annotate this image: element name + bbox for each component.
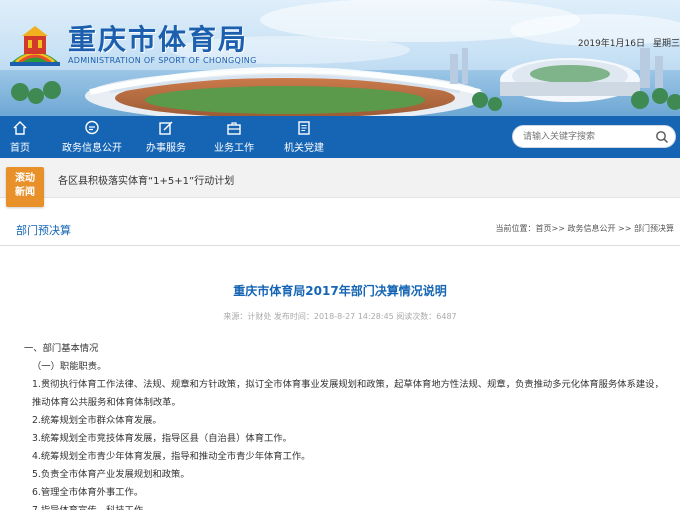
nav-label: 政务信息公开: [62, 143, 122, 154]
article-paragraph: 7.指导体育宣传、科技工作。: [8, 502, 664, 510]
article-paragraph: 6.管理全市体育外事工作。: [32, 487, 144, 498]
main-nav: 首页 政务信息公开 办事服务 业务工作 机关党建: [0, 116, 680, 158]
chat-icon: [85, 120, 99, 135]
nav-label: 首页: [10, 143, 30, 154]
nav-label: 机关党建: [284, 143, 324, 154]
home-icon: [13, 121, 27, 135]
date-display: 2019年1月16日 星期三: [570, 36, 680, 49]
ticker-headline-link[interactable]: 各区县积极落实体育“1+5+1”行动计划: [58, 172, 234, 187]
current-date: 2019年1月16日: [577, 39, 645, 49]
breadcrumb[interactable]: 当前位置：首页>> 政务信息公开 >> 部门预决算: [496, 223, 674, 234]
nav-item-services[interactable]: 办事服务: [146, 116, 186, 158]
nav-label: 办事服务: [146, 143, 186, 154]
article-paragraph: 一、部门基本情况: [24, 343, 99, 354]
document-icon: [298, 121, 310, 135]
article-paragraph: 4.统筹规划全市青少年体育发展，指导和推动全市青少年体育工作。: [32, 451, 311, 462]
article-title: 重庆市体育局2017年部门决算情况说明: [233, 284, 447, 298]
nav-item-gov-info[interactable]: 政务信息公开: [62, 116, 122, 158]
nav-item-party[interactable]: 机关党建: [284, 116, 324, 158]
nav-label: 业务工作: [214, 143, 254, 154]
news-ticker: 滚动 新闻 各区县积极落实体育“1+5+1”行动计划: [0, 158, 680, 207]
search-icon[interactable]: [655, 130, 669, 144]
ticker-badge-line2: 新闻: [15, 187, 35, 198]
nav-item-home[interactable]: 首页: [8, 116, 32, 158]
site-banner: 重庆市体育局 ADMINISTRATION OF SPORT OF CHONGQ…: [0, 0, 680, 116]
article-paragraph: 1.贯彻执行体育工作法律、法规、规章和方针政策，拟订全市体育事业发展规划和政策，…: [32, 379, 664, 408]
site-logo[interactable]: 重庆市体育局 ADMINISTRATION OF SPORT OF CHONGQ…: [8, 22, 257, 68]
search-box: [512, 125, 676, 148]
article-paragraph: （一）职能职责。: [32, 361, 107, 372]
site-title: 重庆市体育局: [68, 23, 249, 56]
section-header: 部门预决算 当前位置：首页>> 政务信息公开 >> 部门预决算: [0, 206, 680, 246]
article-paragraph: 5.负责全市体育产业发展规划和政策。: [32, 469, 190, 480]
briefcase-icon: [227, 122, 241, 135]
section-title: 部门预决算: [16, 224, 71, 237]
emblem-icon: [10, 26, 60, 66]
article-paragraph: 2.统筹规划全市群众体育发展。: [32, 415, 162, 426]
article-meta: 来源：计财处 发布时间：2018-8-27 14:28:45 阅读次数：6487: [223, 312, 457, 321]
site-subtitle: ADMINISTRATION OF SPORT OF CHONGQING: [68, 56, 257, 65]
ticker-badge: 滚动 新闻: [6, 167, 44, 207]
article-paragraph: 3.统筹规划全市竞技体育发展，指导区县（自治县）体育工作。: [32, 433, 292, 444]
article-body: 一、部门基本情况 （一）职能职责。 1.贯彻执行体育工作法律、法规、规章和方针政…: [8, 340, 664, 510]
edit-icon: [159, 121, 173, 135]
current-weekday: 星期三: [652, 39, 680, 49]
search-input[interactable]: [523, 129, 653, 145]
nav-item-business[interactable]: 业务工作: [214, 116, 254, 158]
ticker-badge-line1: 滚动: [15, 173, 35, 184]
